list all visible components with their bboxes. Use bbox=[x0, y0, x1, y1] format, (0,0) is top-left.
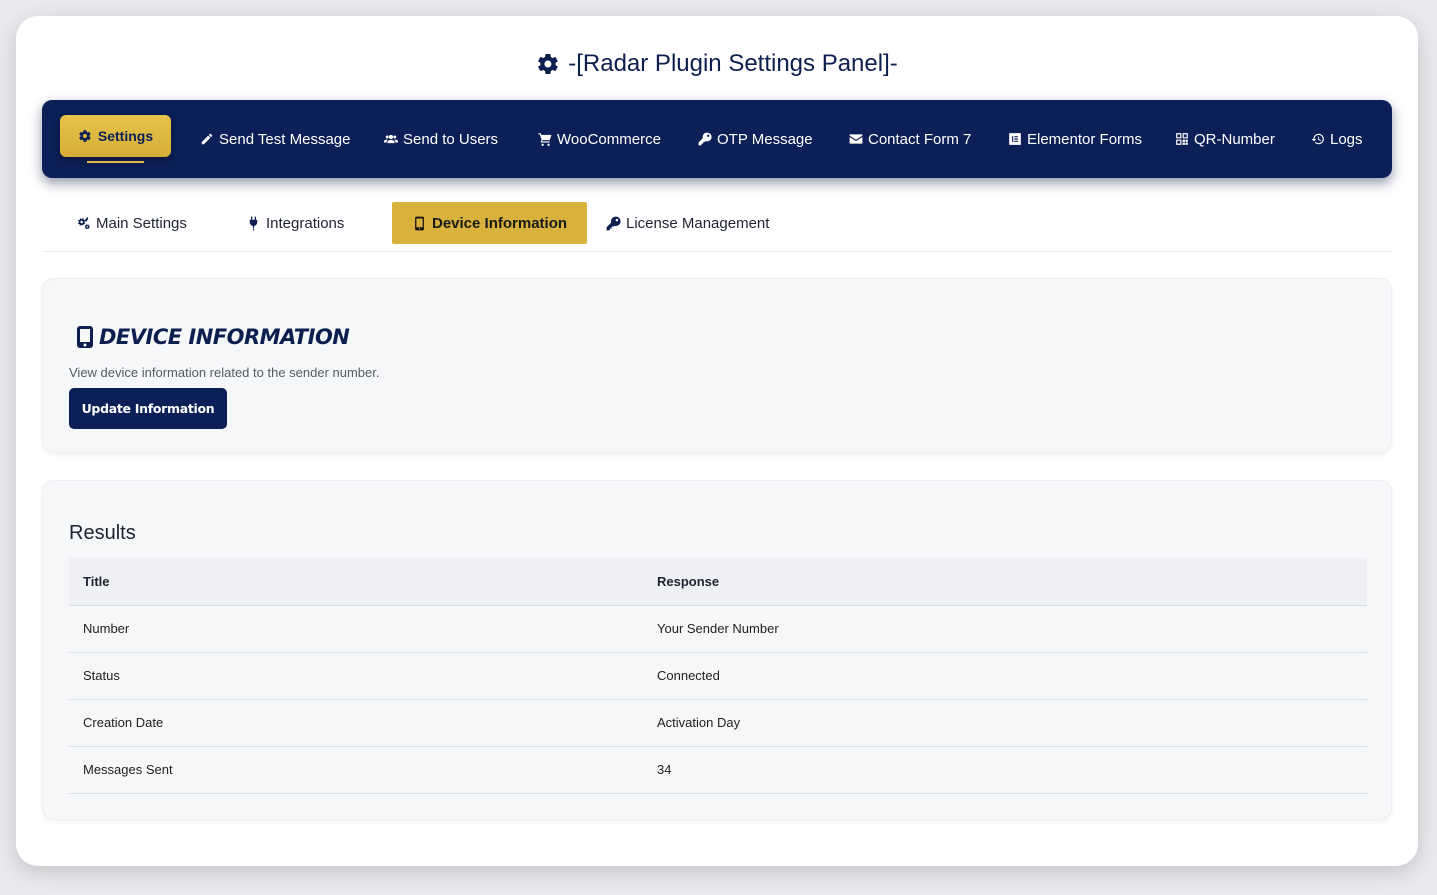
table-row: Messages Sent 34 bbox=[69, 746, 1367, 794]
cell-response: Your Sender Number bbox=[643, 605, 1367, 653]
tab-main-settings[interactable]: Main Settings bbox=[76, 202, 187, 244]
cell-title: Number bbox=[69, 605, 643, 653]
page-title: -[Radar Plugin Settings Panel]- bbox=[16, 50, 1418, 78]
nav-item-send-to-users[interactable]: Send to Users bbox=[384, 100, 498, 178]
tab-license-management[interactable]: License Management bbox=[606, 202, 769, 244]
tab-integrations[interactable]: Integrations bbox=[246, 202, 344, 244]
tab-label: Main Settings bbox=[96, 214, 187, 232]
nav-item-otp-message[interactable]: OTP Message bbox=[698, 100, 813, 178]
envelope-icon bbox=[849, 134, 863, 144]
nav-item-send-test-message[interactable]: Send Test Message bbox=[200, 100, 350, 178]
mobile-icon bbox=[415, 216, 424, 230]
page-title-text: -[Radar Plugin Settings Panel]- bbox=[568, 50, 898, 77]
key-icon bbox=[698, 132, 712, 146]
column-header-title: Title bbox=[69, 558, 643, 606]
tab-label: Device Information bbox=[432, 214, 568, 232]
gears-icon bbox=[77, 216, 90, 229]
qrcode-icon bbox=[1176, 133, 1188, 145]
top-nav: Settings Send Test Message Send to Users… bbox=[42, 100, 1392, 178]
table-row: Number Your Sender Number bbox=[69, 605, 1367, 653]
table-row: Creation Date Activation Day bbox=[69, 699, 1367, 747]
nav-item-label: Settings bbox=[97, 128, 154, 144]
nav-item-label: Send to Users bbox=[403, 130, 499, 148]
users-icon bbox=[384, 134, 398, 144]
gear-icon bbox=[538, 53, 558, 75]
cell-response: 34 bbox=[643, 746, 1367, 794]
results-heading: Results bbox=[69, 522, 136, 544]
mobile-icon bbox=[77, 326, 93, 348]
nav-item-label: Elementor Forms bbox=[1027, 130, 1143, 148]
section-heading: Device Information bbox=[77, 325, 350, 349]
results-card: Results Title Response Number Your Sende… bbox=[42, 480, 1392, 820]
key-icon bbox=[606, 216, 621, 230]
tab-device-information[interactable]: Device Information bbox=[392, 202, 588, 244]
nav-item-woocommerce[interactable]: WooCommerce bbox=[538, 100, 661, 178]
sub-tabs: Main Settings Integrations Device Inform… bbox=[42, 202, 1392, 252]
settings-panel: -[Radar Plugin Settings Panel]- Settings… bbox=[16, 16, 1418, 866]
nav-item-elementor-forms[interactable]: Elementor Forms bbox=[1008, 100, 1142, 178]
nav-item-label: Contact Form 7 bbox=[868, 130, 972, 148]
section-heading-text: Device Information bbox=[99, 325, 350, 349]
cell-title: Status bbox=[69, 652, 643, 700]
nav-item-label: Logs bbox=[1330, 130, 1363, 148]
nav-item-contact-form-7[interactable]: Contact Form 7 bbox=[849, 100, 971, 178]
nav-item-label: QR-Number bbox=[1194, 130, 1275, 148]
cart-icon bbox=[538, 133, 552, 146]
cell-title: Creation Date bbox=[69, 699, 643, 747]
active-indicator bbox=[87, 161, 144, 163]
nav-item-label: WooCommerce bbox=[557, 130, 661, 148]
nav-item-logs[interactable]: Logs bbox=[1311, 100, 1363, 178]
cell-response: Connected bbox=[643, 652, 1367, 700]
nav-item-label: OTP Message bbox=[717, 130, 813, 148]
tab-label: License Management bbox=[626, 214, 770, 232]
tab-label: Integrations bbox=[266, 214, 345, 232]
pencil-icon bbox=[201, 133, 213, 145]
update-information-button[interactable]: Update Information bbox=[69, 388, 227, 429]
gear-icon bbox=[79, 130, 91, 142]
device-info-card: Device Information View device informati… bbox=[42, 278, 1392, 453]
section-description: View device information related to the s… bbox=[69, 365, 380, 380]
elementor-icon bbox=[1009, 133, 1021, 145]
nav-item-qr-number[interactable]: QR-Number bbox=[1175, 100, 1275, 178]
table-header-row: Title Response bbox=[69, 558, 1367, 606]
nav-item-settings[interactable]: Settings bbox=[60, 115, 171, 157]
cell-title: Messages Sent bbox=[69, 746, 643, 794]
history-icon bbox=[1311, 133, 1324, 145]
plug-icon bbox=[249, 216, 258, 230]
results-table: Title Response Number Your Sender Number… bbox=[69, 558, 1367, 794]
cell-response: Activation Day bbox=[643, 699, 1367, 747]
column-header-response: Response bbox=[643, 558, 1367, 606]
table-row: Status Connected bbox=[69, 652, 1367, 700]
nav-item-label: Send Test Message bbox=[219, 130, 351, 148]
